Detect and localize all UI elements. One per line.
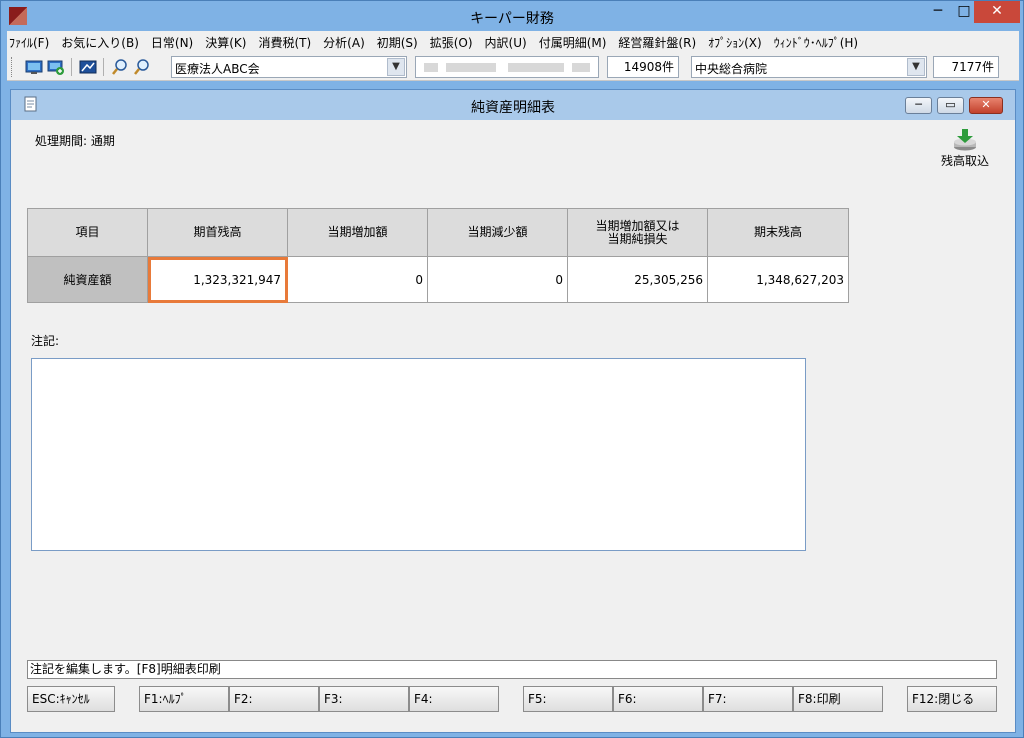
toolbar-separator bbox=[103, 58, 104, 76]
net-assets-table: 項目 期首残高 当期増加額 当期減少額 当期増加額又は 当期純損失 期末残高 純… bbox=[27, 208, 849, 303]
f4-button[interactable]: F4: bbox=[409, 686, 499, 712]
toolbar-separator bbox=[71, 58, 72, 76]
menu-options[interactable]: ｵﾌﾟｼｮﾝ(X) bbox=[708, 34, 762, 51]
increase-cell[interactable]: 0 bbox=[287, 256, 428, 303]
f12-close-button[interactable]: F12:閉じる bbox=[907, 686, 997, 712]
monitor-add-icon[interactable] bbox=[47, 58, 65, 76]
company-count: 14908件 bbox=[607, 56, 679, 78]
window-restore-button[interactable]: ▭ bbox=[937, 97, 964, 114]
facility-select[interactable]: 中央総合病院 ▼ bbox=[691, 56, 927, 78]
menu-breakdown[interactable]: 内訳(U) bbox=[485, 34, 527, 51]
window-content: 処理期間: 通期 残高取込 項目 期首残高 当期増加額 当期減少額 当期増加額又… bbox=[11, 120, 1015, 732]
function-key-bar: ESC:ｷｬﾝｾﾙ F1:ﾍﾙﾌﾟ F2: F3: F4: F5: F6: F7… bbox=[27, 686, 997, 714]
col-header-decrease: 当期減少額 bbox=[427, 208, 568, 257]
col-header-increase: 当期増加額 bbox=[287, 208, 428, 257]
window-close-button[interactable]: ✕ bbox=[969, 97, 1003, 114]
col-header-closing: 期末残高 bbox=[707, 208, 849, 257]
menu-initial[interactable]: 初期(S) bbox=[377, 34, 418, 51]
zoom-out-icon[interactable] bbox=[133, 58, 151, 76]
f7-button[interactable]: F7: bbox=[703, 686, 793, 712]
table-row: 純資産額 1,323,321,947 0 0 25,305,256 1,348,… bbox=[27, 256, 849, 303]
col-header-item: 項目 bbox=[27, 208, 148, 257]
row-label: 純資産額 bbox=[27, 256, 148, 303]
f2-button[interactable]: F2: bbox=[229, 686, 319, 712]
net-cell[interactable]: 25,305,256 bbox=[567, 256, 708, 303]
company-select[interactable]: 医療法人ABC会 ▼ bbox=[171, 56, 407, 78]
app-window: キーパー財務 ─ □ ✕ ﾌｧｲﾙ(F) お気に入り(B) 日常(N) 決算(K… bbox=[0, 0, 1024, 738]
period-label: 処理期間: 通期 bbox=[35, 134, 115, 148]
import-balance-icon bbox=[954, 129, 976, 151]
f3-button[interactable]: F3: bbox=[319, 686, 409, 712]
toolbar-grip[interactable] bbox=[11, 57, 14, 77]
f8-print-button[interactable]: F8:印刷 bbox=[793, 686, 883, 712]
menu-daily[interactable]: 日常(N) bbox=[151, 34, 193, 51]
menu-closing[interactable]: 決算(K) bbox=[205, 34, 246, 51]
company-select-value: 医療法人ABC会 bbox=[175, 62, 260, 76]
window-titlebar: 純資産明細表 ─ ▭ ✕ bbox=[11, 90, 1015, 120]
f1-help-button[interactable]: F1:ﾍﾙﾌﾟ bbox=[139, 686, 229, 712]
facility-select-value: 中央総合病院 bbox=[695, 62, 768, 76]
menu-attached-details[interactable]: 付属明細(M) bbox=[539, 34, 607, 51]
app-titlebar: キーパー財務 ─ □ ✕ bbox=[1, 1, 1023, 31]
col-header-net: 当期増加額又は 当期純損失 bbox=[567, 208, 708, 257]
window-minimize-button[interactable]: ─ bbox=[905, 97, 932, 114]
table-header-row: 項目 期首残高 当期増加額 当期減少額 当期増加額又は 当期純損失 期末残高 bbox=[27, 208, 849, 257]
app-title: キーパー財務 bbox=[470, 11, 554, 27]
note-textarea[interactable] bbox=[31, 358, 806, 551]
menu-favorites[interactable]: お気に入り(B) bbox=[61, 34, 139, 51]
opening-balance-cell[interactable]: 1,323,321,947 bbox=[147, 256, 288, 303]
menu-consumption-tax[interactable]: 消費税(T) bbox=[258, 34, 311, 51]
menu-analysis[interactable]: 分析(A) bbox=[323, 34, 365, 51]
f5-button[interactable]: F5: bbox=[523, 686, 613, 712]
app-close-button[interactable]: ✕ bbox=[974, 1, 1020, 23]
window-title: 純資産明細表 bbox=[471, 100, 555, 116]
status-bar: 注記を編集します。[F8]明細表印刷 bbox=[27, 660, 997, 679]
decrease-cell[interactable]: 0 bbox=[427, 256, 568, 303]
col-header-opening: 期首残高 bbox=[147, 208, 288, 257]
menu-bar: ﾌｧｲﾙ(F) お気に入り(B) 日常(N) 決算(K) 消費税(T) 分析(A… bbox=[7, 31, 1019, 53]
menu-window-help[interactable]: ｳｨﾝﾄﾞｳ･ﾍﾙﾌﾟ(H) bbox=[774, 34, 858, 51]
user-field bbox=[415, 56, 599, 78]
monitor-icon[interactable] bbox=[25, 58, 43, 76]
menu-management-compass[interactable]: 経営羅針盤(R) bbox=[618, 34, 696, 51]
screen-icon[interactable] bbox=[79, 58, 97, 76]
esc-cancel-button[interactable]: ESC:ｷｬﾝｾﾙ bbox=[27, 686, 115, 712]
toolbar: 医療法人ABC会 ▼ 14908件 中央総合病院 ▼ 7177件 bbox=[7, 53, 1019, 81]
f6-button[interactable]: F6: bbox=[613, 686, 703, 712]
facility-count: 7177件 bbox=[933, 56, 999, 78]
chevron-down-icon[interactable]: ▼ bbox=[907, 58, 925, 76]
closing-balance-cell: 1,348,627,203 bbox=[707, 256, 849, 303]
zoom-in-icon[interactable] bbox=[111, 58, 129, 76]
menu-extension[interactable]: 拡張(O) bbox=[430, 34, 473, 51]
import-balance-button[interactable]: 残高取込 bbox=[935, 128, 995, 172]
note-label: 注記: bbox=[31, 334, 60, 348]
import-balance-label: 残高取込 bbox=[940, 154, 989, 168]
chevron-down-icon[interactable]: ▼ bbox=[387, 58, 405, 76]
menu-file[interactable]: ﾌｧｲﾙ(F) bbox=[9, 34, 49, 51]
net-assets-window: 純資産明細表 ─ ▭ ✕ 処理期間: 通期 残高取込 項目 期首残高 当期増加額… bbox=[10, 89, 1016, 733]
